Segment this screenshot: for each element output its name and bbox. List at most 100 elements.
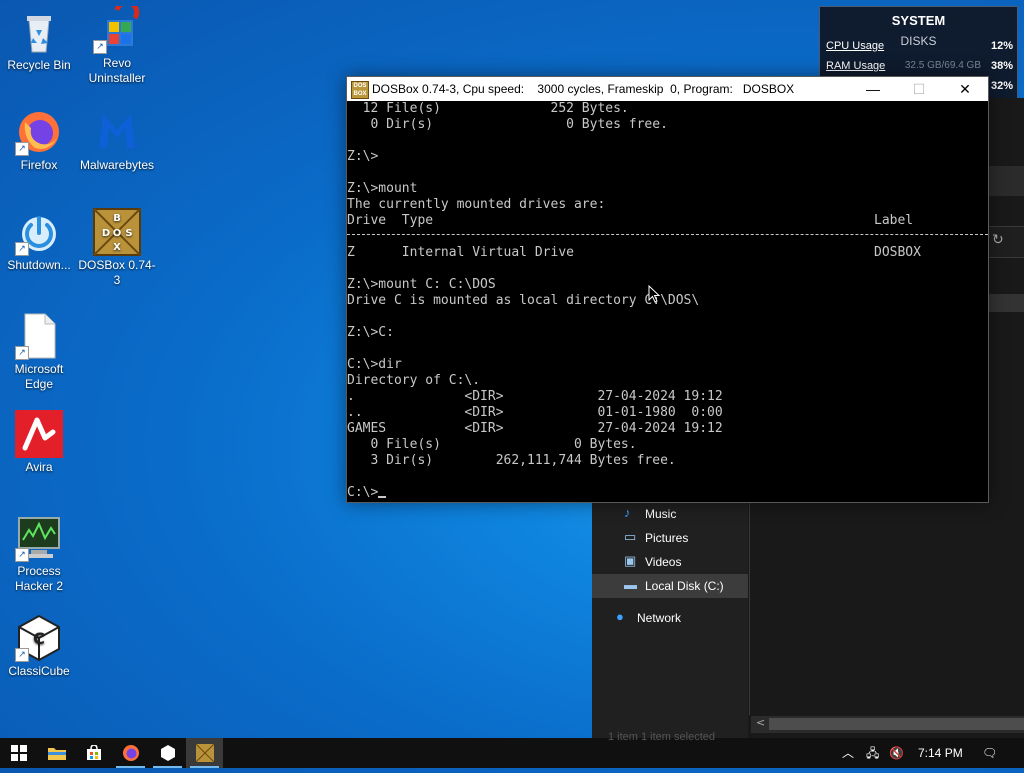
nav-item-local-disk[interactable]: ▬ Local Disk (C:)	[592, 574, 748, 598]
explorer-header-fragment	[987, 294, 1024, 312]
sysmon-row-ram: RAM Usage 32.5 GB/69.4 GB 38%	[826, 60, 1013, 76]
drive-table-header-left: Drive Type	[347, 213, 434, 228]
desktop-icon-label: Shutdown...	[7, 258, 71, 272]
console-line: The currently mounted drives are:	[347, 197, 606, 212]
desktop-icon-label: Revo Uninstaller	[88, 56, 146, 85]
pane-divider[interactable]	[749, 498, 750, 715]
desktop-icon-label: Firefox	[20, 158, 58, 172]
nav-item-music[interactable]: ♪ Music	[592, 502, 748, 526]
nav-item-videos[interactable]: ▣ Videos	[592, 550, 748, 574]
close-button[interactable]: ✕	[942, 77, 988, 101]
videos-icon: ▣	[624, 553, 637, 568]
console-prompt-line[interactable]: C:\>	[347, 485, 387, 501]
console-line: Z:\>	[347, 149, 379, 164]
desktop-icon-revo-uninstaller[interactable]: ↗ Revo Uninstaller	[78, 0, 156, 86]
dosbox-window[interactable]: DOS BOX DOSBox 0.74-3, Cpu speed: 3000 c…	[346, 76, 989, 503]
folder-icon	[47, 748, 66, 760]
sysmon-label: RAM Usage	[826, 60, 886, 72]
desktop-icon-malwarebytes[interactable]: Malwarebytes	[78, 108, 156, 173]
clock[interactable]: 7:14 PM	[918, 738, 963, 768]
dosbox-titlebar[interactable]: DOS BOX DOSBox 0.74-3, Cpu speed: 3000 c…	[347, 77, 988, 101]
shortcut-arrow-icon: ↗	[15, 548, 29, 562]
recycle-bin-icon	[15, 8, 63, 56]
show-hidden-icons-button[interactable]: ︿	[842, 738, 854, 768]
desktop-icon-label: ClassiCube	[8, 664, 70, 678]
shortcut-arrow-icon: ↗	[15, 242, 29, 256]
window-title: DOSBox 0.74-3, Cpu speed: 3000 cycles, F…	[372, 82, 795, 96]
revo-uninstaller-icon: ↗	[93, 0, 141, 54]
sysmon-label: CPU Usage	[826, 40, 885, 52]
nav-item-network[interactable]: ● Network	[592, 606, 748, 630]
maximize-button[interactable]: ☐	[896, 77, 942, 101]
classicube-icon	[160, 745, 175, 761]
sysmon-row-cpu: CPU Usage 12%	[826, 40, 1013, 56]
desktop-icon-firefox[interactable]: ↗ Firefox	[0, 108, 78, 173]
refresh-button[interactable]: ↻	[987, 226, 1024, 258]
taskbar-classicube[interactable]	[149, 738, 186, 768]
explorer-status-ghost: 1 item 1 item selected	[608, 731, 715, 743]
horizontal-scrollbar[interactable]: <	[751, 716, 1024, 733]
desktop-icon-classicube[interactable]: C ↗ ClassiCube	[0, 614, 78, 679]
drive-icon: ▬	[624, 577, 637, 592]
dosbox-icon	[195, 743, 214, 763]
desktop-icon-microsoft-edge[interactable]: ↗ Microsoft Edge	[0, 312, 78, 392]
scrollbar-thumb[interactable]	[769, 718, 1024, 730]
taskbar-firefox[interactable]	[112, 738, 149, 768]
console-line: 0 Dir(s) 0 Bytes free.	[347, 117, 668, 132]
console-line: Directory of C:\.	[347, 373, 481, 388]
svg-text:C: C	[33, 629, 45, 648]
desktop-icon-recycle-bin[interactable]: Recycle Bin	[0, 8, 78, 73]
dos-console[interactable]: 12 File(s) 252 Bytes. 0 Dir(s) 0 Bytes f…	[347, 101, 988, 502]
desktop-icon-shutdown[interactable]: ↗ Shutdown...	[0, 208, 78, 273]
nav-item-label: Local Disk (C:)	[645, 579, 724, 593]
svg-text:O: O	[113, 228, 122, 239]
drive-table-header-right: Label	[874, 213, 914, 228]
console-line: Z:\>mount	[347, 181, 418, 196]
nav-item-label: Pictures	[645, 531, 689, 545]
process-hacker-icon: ↗	[15, 514, 63, 562]
taskbar-store[interactable]	[75, 738, 112, 768]
scroll-left-icon[interactable]: <	[756, 716, 765, 729]
taskbar-dosbox[interactable]	[186, 738, 223, 768]
desktop-icon-avira[interactable]: Avira	[0, 410, 78, 475]
console-line: Z Internal Virtual Drive	[347, 245, 574, 260]
action-center-button[interactable]: 🗨	[982, 738, 997, 768]
nav-item-pictures[interactable]: ▭ Pictures	[592, 526, 748, 550]
shortcut-arrow-icon: ↗	[15, 346, 29, 360]
console-line: 12 File(s) 252 Bytes.	[347, 101, 629, 116]
table-rule	[347, 234, 988, 235]
svg-text:X: X	[113, 242, 121, 253]
console-line: GAMES <DIR> 27-04-2024 19:12	[347, 421, 723, 436]
store-icon	[86, 744, 101, 760]
desktop-icon-dosbox[interactable]: BDOSX DOSBox 0.74-3	[78, 208, 156, 288]
document-icon: ↗	[15, 312, 63, 360]
desktop-icon-label: Malwarebytes	[79, 158, 155, 172]
nav-item-label: Music	[645, 507, 677, 521]
desktop-icon-label: Microsoft Edge	[14, 362, 64, 391]
minimize-button[interactable]: —	[850, 77, 896, 101]
console-line: Drive C is mounted as local directory C:…	[347, 293, 700, 308]
firefox-icon	[122, 745, 139, 761]
mouse-pointer-icon	[648, 284, 661, 303]
power-icon: ↗	[15, 208, 63, 256]
network-icon: 🖧	[866, 746, 880, 760]
music-icon: ♪	[624, 505, 631, 520]
text-cursor	[378, 496, 387, 498]
console-line: Z:\>C:	[347, 325, 394, 340]
desktop-icon-label: DOSBox 0.74-3	[78, 258, 156, 287]
taskbar-file-explorer[interactable]	[38, 738, 75, 768]
network-status-button[interactable]: 🖧	[866, 738, 879, 768]
svg-text:D: D	[102, 228, 110, 239]
svg-text:S: S	[125, 228, 132, 239]
dosbox-app-icon: DOS BOX	[351, 81, 369, 99]
svg-text:B: B	[113, 213, 121, 224]
explorer-toolbar-fragment	[987, 166, 1024, 196]
console-line: C:\>dir	[347, 357, 402, 372]
volume-button[interactable]: 🔇	[889, 738, 904, 768]
desktop-icon-process-hacker[interactable]: ↗ Process Hacker 2	[0, 514, 78, 594]
start-button[interactable]	[0, 738, 37, 768]
notification-icon: 🗨	[982, 746, 998, 760]
nav-item-label: Videos	[645, 555, 682, 569]
windows-logo-icon	[10, 745, 27, 761]
network-icon: ●	[616, 609, 624, 624]
